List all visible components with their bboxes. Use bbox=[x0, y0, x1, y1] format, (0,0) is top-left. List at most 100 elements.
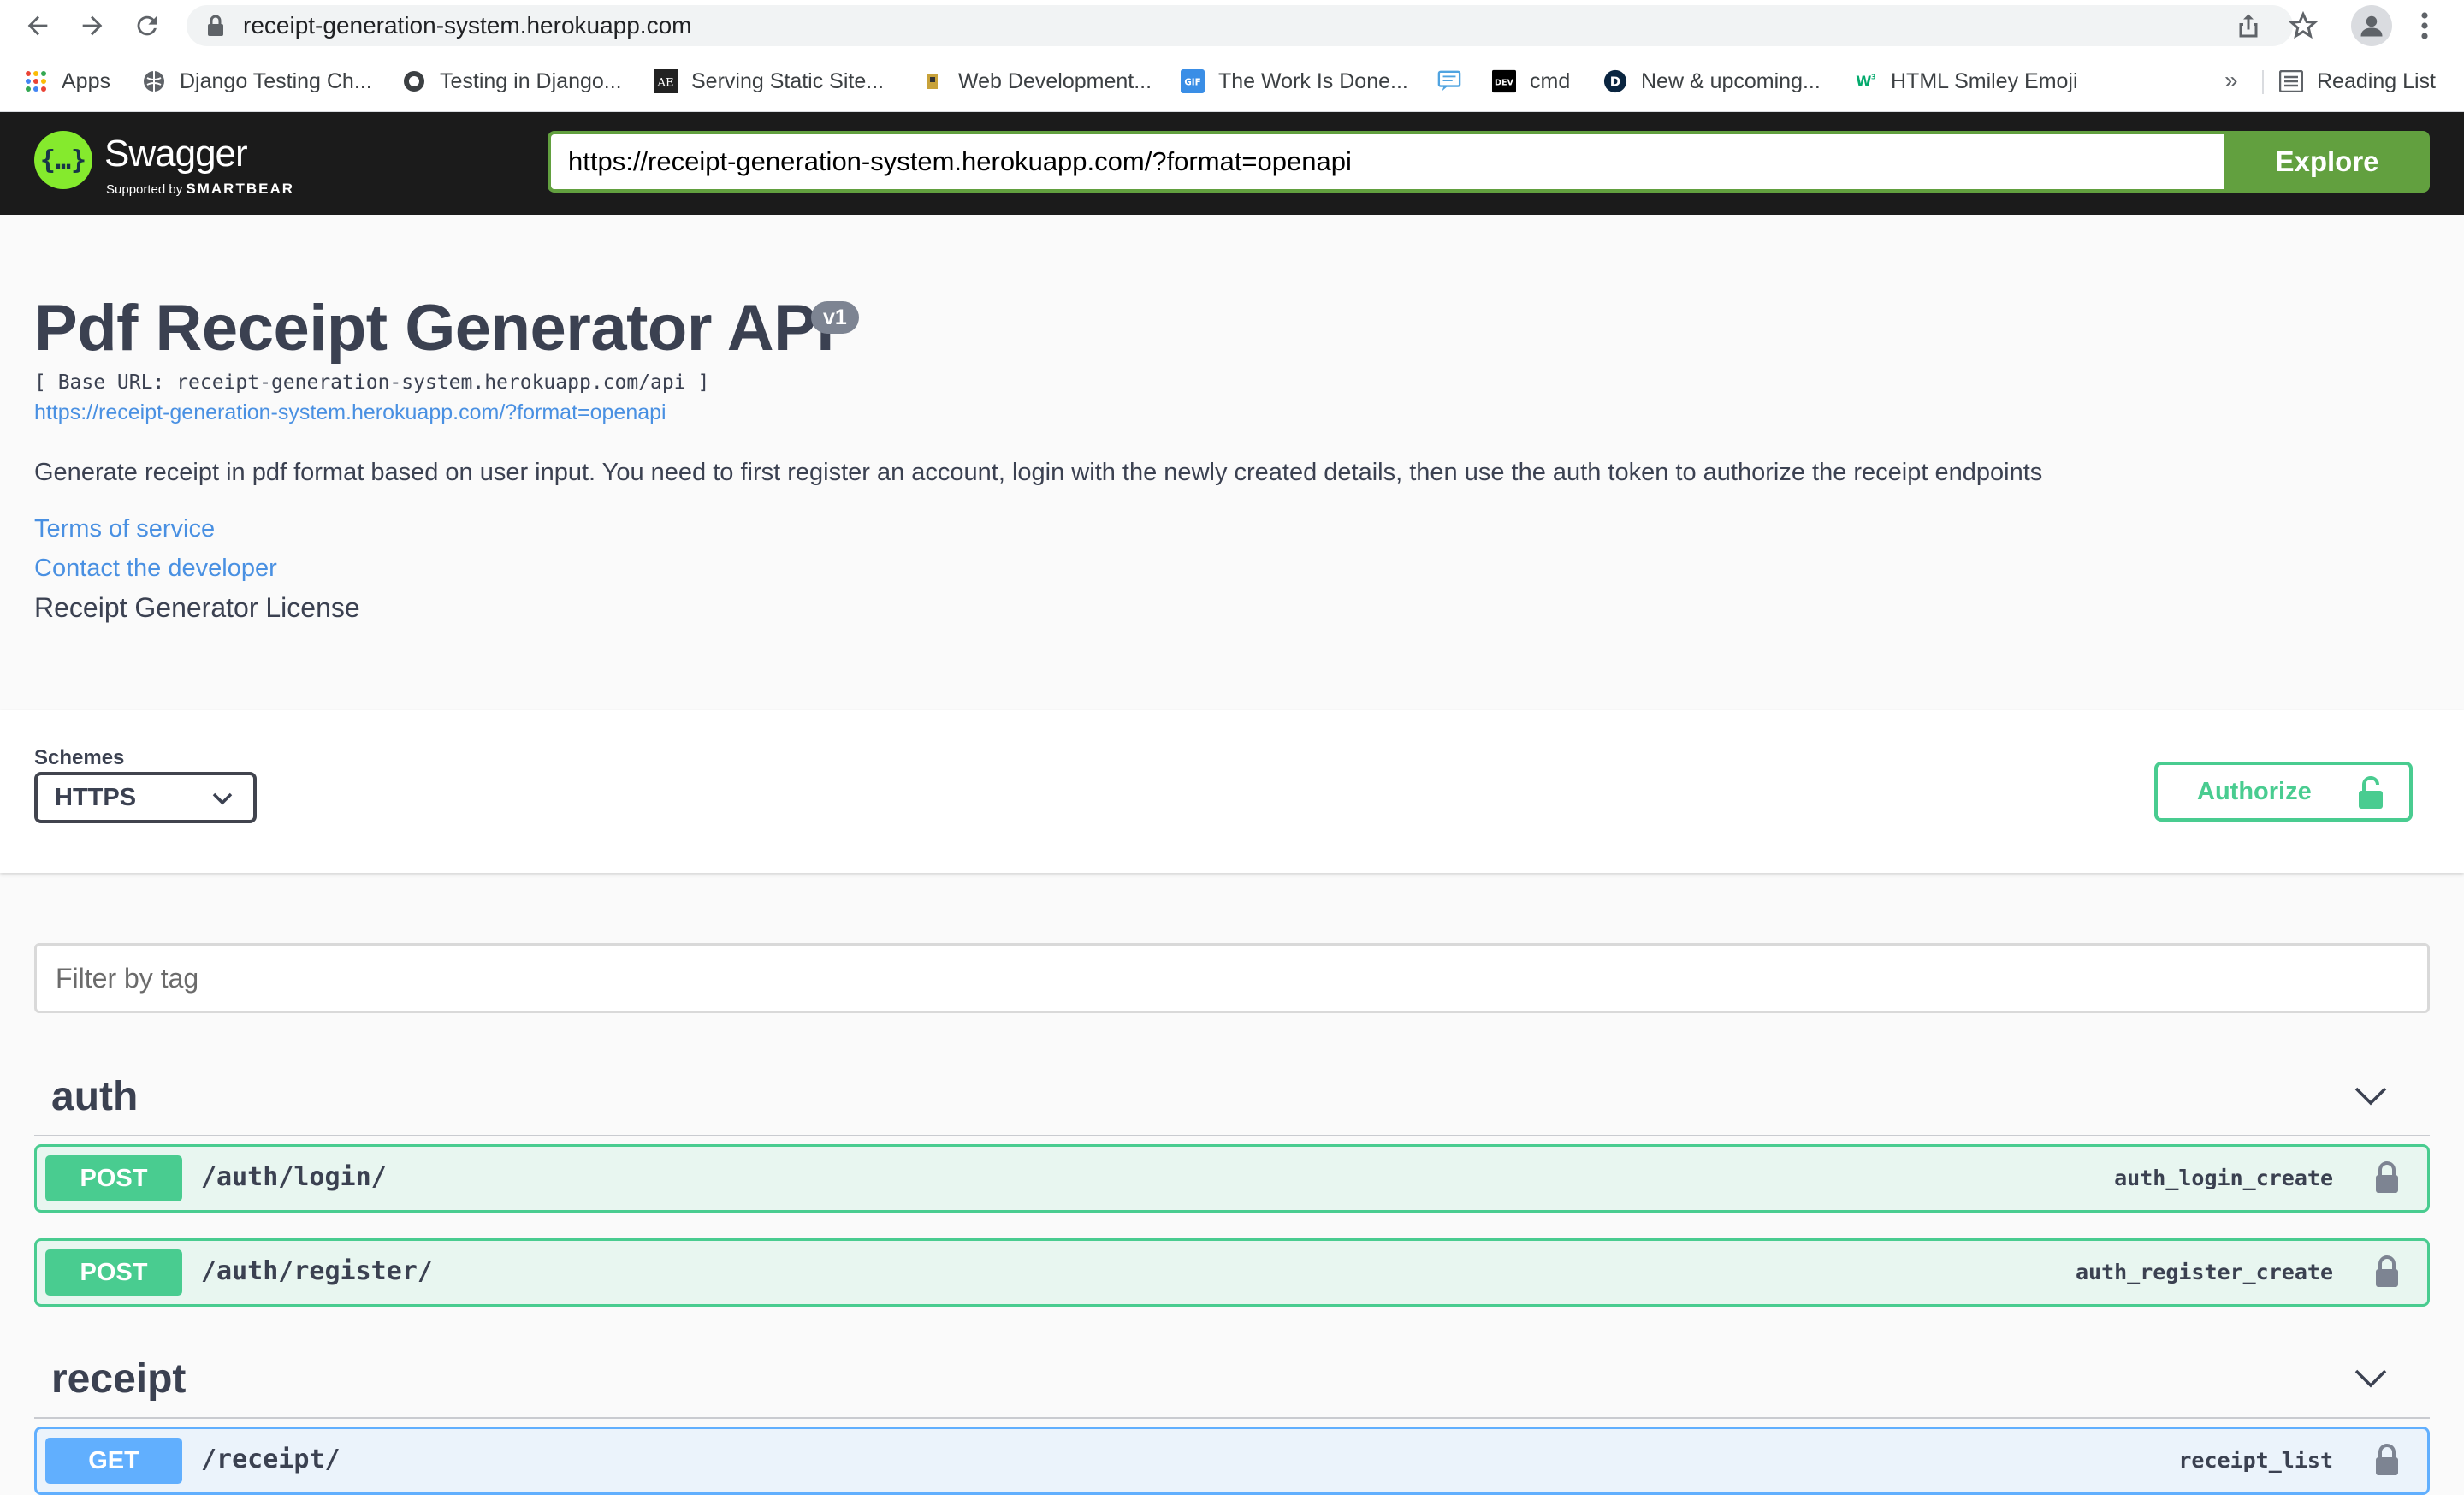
bookmark-testing-in-django[interactable]: Testing in Django... bbox=[402, 67, 622, 96]
bookmark-html-smiley[interactable]: W3 HTML Smiley Emoji bbox=[1853, 67, 2078, 96]
reading-list-label: Reading List bbox=[2317, 68, 2436, 93]
schemes-select[interactable]: HTTPS bbox=[34, 772, 257, 823]
filter-by-tag-input[interactable] bbox=[34, 943, 2430, 1013]
operation-path: /auth/login/ bbox=[201, 1162, 387, 1192]
method-badge: POST bbox=[45, 1249, 182, 1296]
profile-avatar[interactable] bbox=[2351, 5, 2392, 46]
swagger-logo-icon[interactable]: {…} bbox=[34, 131, 92, 189]
api-description: Generate receipt in pdf format based on … bbox=[34, 459, 2043, 486]
swagger-topbar: {…} Swagger Supported by SMARTBEAR Explo… bbox=[0, 112, 2464, 215]
bookmark-serving-static[interactable]: AE Serving Static Site... bbox=[654, 67, 884, 96]
operation-path: /receipt/ bbox=[201, 1445, 341, 1474]
svg-text:D: D bbox=[1610, 74, 1620, 90]
bookmarks-divider bbox=[2262, 70, 2264, 94]
operation-post-auth-register[interactable]: POST /auth/register/ auth_register_creat… bbox=[34, 1238, 2430, 1307]
bookmark-label: HTML Smiley Emoji bbox=[1891, 68, 2078, 93]
bookmark-cmd[interactable]: DEV cmd bbox=[1492, 67, 1570, 96]
tag-section-auth[interactable]: auth bbox=[34, 1058, 2430, 1136]
back-button[interactable] bbox=[21, 9, 55, 43]
svg-text:GIF: GIF bbox=[1184, 78, 1200, 88]
svg-text:AE: AE bbox=[657, 77, 674, 90]
reading-list-icon bbox=[2279, 69, 2303, 93]
scheme-container: Schemes HTTPS Authorize bbox=[0, 710, 2464, 873]
bookmark-label: The Work Is Done... bbox=[1218, 68, 1408, 93]
bookmark-web-development[interactable]: Web Development... bbox=[921, 67, 1152, 96]
operation-get-receipt-list[interactable]: GET /receipt/ receipt_list bbox=[34, 1427, 2430, 1495]
lock-icon bbox=[208, 15, 223, 36]
lock-icon[interactable] bbox=[2374, 1255, 2400, 1289]
spec-link[interactable]: https://receipt-generation-system.heroku… bbox=[34, 400, 666, 425]
globe-icon bbox=[142, 69, 166, 93]
chevron-down-icon[interactable] bbox=[2353, 1085, 2389, 1107]
bookmark-favicon bbox=[921, 69, 945, 93]
ae-icon: AE bbox=[654, 69, 678, 93]
tag-section-receipt[interactable]: receipt bbox=[34, 1340, 2430, 1419]
svg-text:3: 3 bbox=[1871, 73, 1876, 81]
logo-name: Swagger bbox=[104, 133, 248, 175]
w3-icon: W3 bbox=[1853, 69, 1877, 93]
tag-name: auth bbox=[51, 1074, 139, 1119]
tag-name: receipt bbox=[51, 1356, 187, 1402]
base-url: [ Base URL: receipt-generation-system.he… bbox=[34, 371, 710, 394]
lock-icon[interactable] bbox=[2374, 1443, 2400, 1477]
d-logo-icon: D bbox=[1603, 69, 1627, 93]
authorize-button[interactable]: Authorize bbox=[2154, 762, 2413, 822]
bookmark-apps[interactable]: Apps bbox=[24, 67, 110, 96]
bookmark-work-is-done[interactable]: GIF The Work Is Done... bbox=[1181, 67, 1408, 96]
arrow-right-icon bbox=[82, 15, 103, 36]
logo-tagline-brand: SMARTBEAR bbox=[186, 181, 295, 197]
spec-url-input[interactable] bbox=[548, 131, 2259, 193]
method-badge: POST bbox=[45, 1155, 182, 1201]
terms-of-service-link[interactable]: Terms of service bbox=[34, 515, 215, 543]
share-icon[interactable] bbox=[2233, 10, 2264, 41]
bookmark-label: Apps bbox=[62, 68, 110, 93]
logo-tagline-prefix: Supported by bbox=[106, 182, 183, 197]
dev-icon: DEV bbox=[1492, 69, 1516, 93]
method-badge: GET bbox=[45, 1438, 182, 1484]
star-icon[interactable] bbox=[2288, 10, 2319, 41]
arrow-left-icon bbox=[27, 15, 48, 36]
python-icon bbox=[402, 69, 426, 93]
bookmark-new-upcoming[interactable]: D New & upcoming... bbox=[1603, 67, 1821, 96]
version-badge: v1 bbox=[811, 301, 859, 334]
browser-toolbar: receipt-generation-system.herokuapp.com bbox=[0, 0, 2464, 51]
operation-post-auth-login[interactable]: POST /auth/login/ auth_login_create bbox=[34, 1144, 2430, 1213]
unlocked-icon bbox=[2359, 776, 2383, 809]
forward-button[interactable] bbox=[75, 9, 110, 43]
bookmarks-overflow-button[interactable]: » bbox=[2224, 67, 2238, 94]
logo-tagline: Supported by SMARTBEAR bbox=[106, 181, 294, 198]
bookmark-label: Web Development... bbox=[958, 68, 1152, 93]
bookmark-label: Django Testing Ch... bbox=[180, 68, 372, 93]
bookmark-label: Serving Static Site... bbox=[691, 68, 885, 93]
explore-button[interactable]: Explore bbox=[2224, 131, 2430, 193]
reload-icon bbox=[137, 15, 157, 36]
page-title: Pdf Receipt Generator API bbox=[34, 292, 834, 365]
operation-path: /auth/register/ bbox=[201, 1256, 433, 1286]
bookmark-label: New & upcoming... bbox=[1641, 68, 1821, 93]
kebab-menu-icon[interactable] bbox=[2414, 10, 2435, 41]
schemes-selected-value: HTTPS bbox=[55, 784, 137, 811]
lock-icon[interactable] bbox=[2374, 1160, 2400, 1195]
operation-id: auth_login_create bbox=[2114, 1166, 2333, 1190]
bookmark-label: Testing in Django... bbox=[440, 68, 622, 93]
authorize-label: Authorize bbox=[2197, 777, 2312, 805]
bookmarks-bar: Apps Django Testing Ch... Testing in Dja… bbox=[0, 51, 2464, 112]
schemes-label: Schemes bbox=[34, 746, 125, 769]
contact-developer-link[interactable]: Contact the developer bbox=[34, 555, 277, 583]
chevron-down-icon[interactable] bbox=[2353, 1367, 2389, 1390]
bookmark-chat[interactable] bbox=[1437, 67, 1475, 96]
person-icon bbox=[2360, 15, 2383, 37]
chat-icon bbox=[1437, 69, 1461, 93]
bookmark-django-testing[interactable]: Django Testing Ch... bbox=[142, 67, 372, 96]
bookmark-label: cmd bbox=[1530, 68, 1571, 93]
operation-id: auth_register_create bbox=[2075, 1260, 2333, 1284]
address-bar-url[interactable]: receipt-generation-system.herokuapp.com bbox=[243, 10, 691, 41]
apps-grid-icon bbox=[24, 69, 48, 93]
svg-text:DEV: DEV bbox=[1495, 78, 1514, 87]
operation-id: receipt_list bbox=[2178, 1448, 2333, 1473]
reading-list-button[interactable]: Reading List bbox=[2279, 67, 2436, 96]
svg-text:W: W bbox=[1856, 74, 1871, 90]
reload-button[interactable] bbox=[130, 9, 164, 43]
license-label: Receipt Generator License bbox=[34, 592, 360, 623]
gif-icon: GIF bbox=[1181, 69, 1205, 93]
